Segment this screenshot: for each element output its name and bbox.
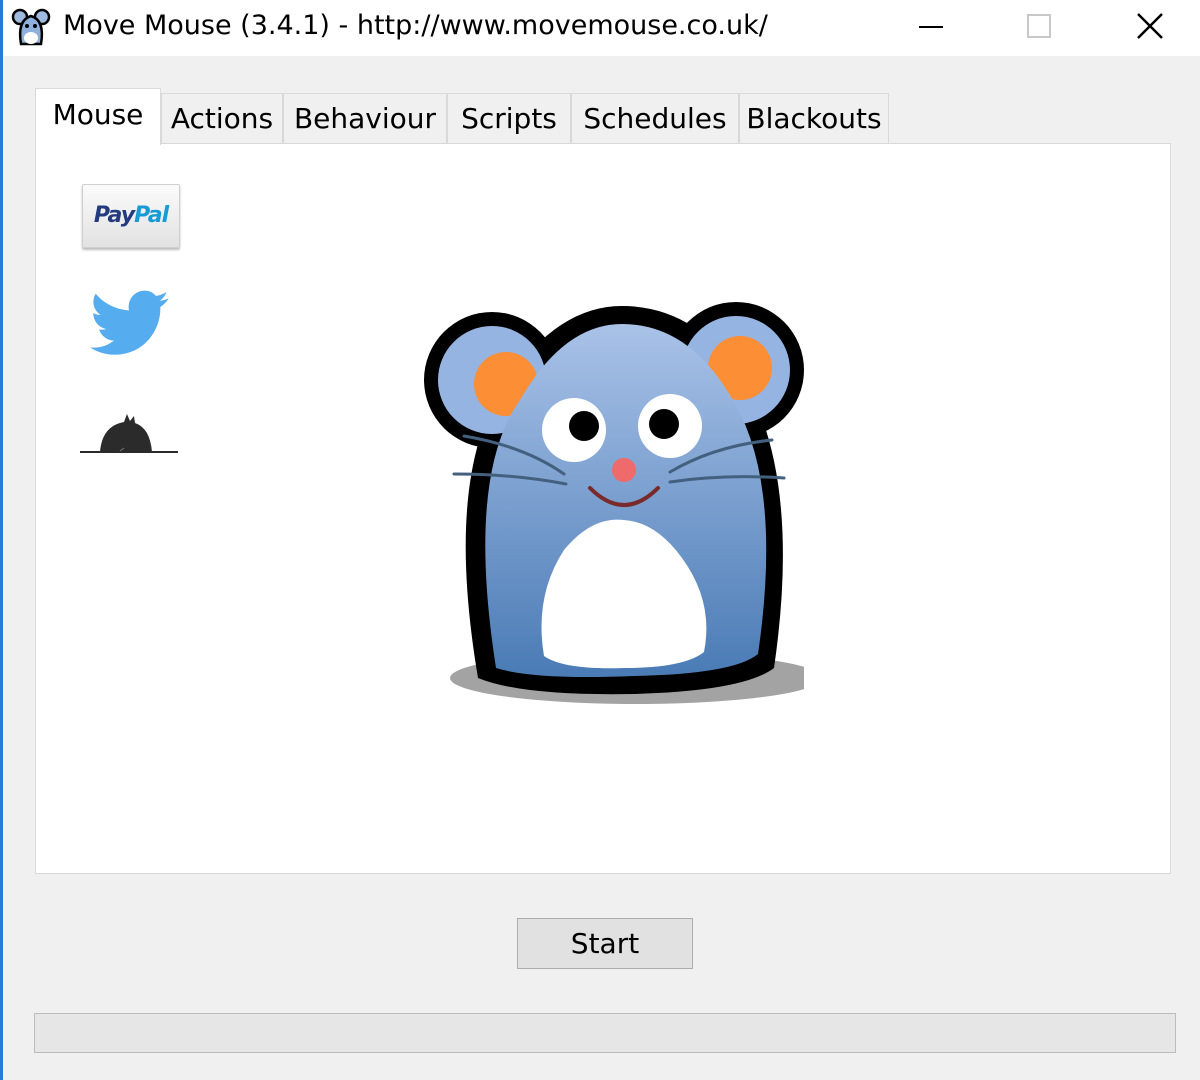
tab-scripts[interactable]: Scripts (447, 93, 571, 143)
close-icon (1137, 13, 1163, 39)
maximize-button[interactable] (990, 0, 1090, 56)
close-button[interactable] (1100, 0, 1200, 56)
tab-behaviour[interactable]: Behaviour (283, 93, 447, 143)
paypal-logo-pay: Pay (93, 203, 135, 228)
app-mouse-icon (11, 8, 51, 46)
window-title: Move Mouse (3.4.1) - http://www.movemous… (63, 10, 768, 41)
title-bar[interactable]: Move Mouse (3.4.1) - http://www.movemous… (3, 0, 1200, 56)
tab-blackouts[interactable]: Blackouts (739, 93, 889, 143)
tab-actions[interactable]: Actions (161, 93, 283, 143)
paypal-logo-pal: Pal (134, 203, 169, 228)
mouse-mascot-icon (424, 302, 804, 704)
tab-mouse[interactable]: Mouse (35, 88, 161, 145)
paypal-donate-button[interactable]: PayPal (82, 184, 180, 248)
mouse-tab-panel: PayPal (35, 143, 1171, 874)
maximize-icon (1027, 14, 1051, 38)
move-mouse-window: Move Mouse (3.4.1) - http://www.movemous… (0, 0, 1200, 1080)
mole-icon[interactable] (80, 404, 180, 460)
tab-schedules[interactable]: Schedules (571, 93, 739, 143)
progress-bar (34, 1013, 1176, 1053)
twitter-bird-icon[interactable] (90, 289, 170, 359)
minimize-button[interactable] (881, 0, 981, 56)
minimize-icon (919, 26, 943, 28)
start-button[interactable]: Start (517, 918, 693, 969)
tab-strip: Mouse Actions Behaviour Scripts Schedule… (35, 88, 935, 145)
